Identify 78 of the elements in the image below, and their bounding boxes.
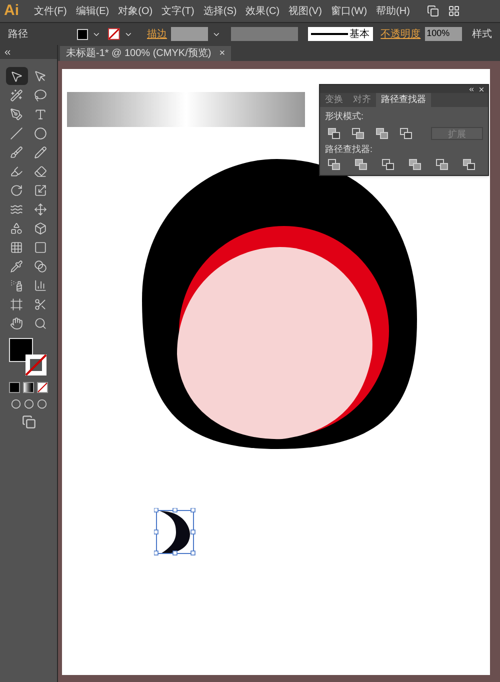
rotate-icon — [10, 184, 23, 196]
style-label: 样式 — [472, 28, 492, 42]
wave-icon — [10, 202, 23, 216]
pen-icon — [10, 108, 23, 120]
zoom-icon — [34, 316, 47, 330]
screen-mode-icon[interactable] — [22, 415, 36, 429]
stroke-link[interactable]: 描边 — [146, 26, 167, 42]
bar-chart-icon — [34, 278, 47, 292]
ellipse-icon — [34, 126, 47, 140]
pathfinder-icon[interactable] — [352, 128, 364, 138]
pathfinder-icon[interactable] — [400, 128, 412, 138]
pathfinder-icon[interactable] — [382, 159, 394, 170]
scale-icon — [34, 184, 47, 196]
gradient-mode-button[interactable] — [23, 382, 34, 393]
grid-icon — [10, 240, 23, 254]
pointer-icon — [10, 70, 23, 82]
moon-shape[interactable] — [154, 508, 196, 556]
stroke-swatch[interactable] — [108, 28, 120, 40]
menu-item[interactable]: 编辑(E) — [76, 4, 110, 18]
close-button[interactable]: × — [219, 46, 226, 61]
gradient-rectangle[interactable] — [67, 92, 305, 127]
wand-icon — [10, 88, 23, 102]
scissors-icon — [34, 298, 47, 310]
type-icon — [34, 108, 47, 120]
pathfinder-icon[interactable] — [328, 128, 340, 138]
pathfinder-icon[interactable] — [463, 159, 475, 170]
collapse-icon[interactable] — [3, 48, 12, 56]
move-icon — [34, 202, 47, 216]
marker-icon — [10, 164, 23, 178]
eraser-icon — [34, 164, 47, 178]
square-icon — [34, 240, 47, 254]
none-mode-button[interactable] — [37, 382, 48, 393]
section-label: 形状模式: — [325, 110, 365, 123]
bridge-icon[interactable] — [426, 5, 439, 17]
panel-tab[interactable]: 路径查找器 — [376, 93, 431, 107]
section-label: 路径查找器: — [325, 142, 374, 156]
shapes-icon — [10, 222, 23, 234]
line-icon — [10, 126, 23, 140]
menu-item[interactable]: 文件(F) — [34, 4, 67, 18]
object-type-label: 路径 — [8, 28, 29, 42]
panel-tab[interactable]: 对齐 — [348, 93, 376, 107]
fill-swatch[interactable] — [76, 28, 88, 40]
eyedropper-icon — [10, 260, 23, 272]
color-mode-button[interactable] — [9, 382, 20, 393]
stroke-weight-field[interactable] — [170, 27, 208, 41]
pathfinder-icon[interactable] — [328, 159, 340, 170]
cube-icon — [34, 222, 47, 234]
brush-icon — [10, 146, 23, 158]
pathfinder-icon[interactable] — [436, 159, 448, 170]
document-tab[interactable]: 未标题-1* @ 100% (CMYK/预览) × — [60, 46, 232, 61]
menu-item[interactable]: 帮助(H) — [376, 4, 410, 18]
stroke-style-field[interactable]: 基本 — [308, 27, 373, 41]
pathfinder-icon[interactable] — [409, 159, 421, 170]
pathfinder-icon[interactable] — [355, 159, 367, 170]
frame-icon — [10, 298, 23, 310]
hand-icon — [10, 316, 23, 330]
pencil-icon — [34, 146, 47, 158]
lasso-icon — [34, 88, 47, 102]
stroke-color-swatch[interactable] — [24, 354, 46, 376]
workspace-icon[interactable] — [448, 5, 460, 17]
menu-item[interactable]: 选择(S) — [203, 4, 237, 18]
opacity-field[interactable]: 100% — [424, 27, 462, 41]
menu-item[interactable]: 效果(C) — [246, 4, 280, 18]
tool-button[interactable] — [6, 67, 28, 85]
opacity-link[interactable]: 不透明度 — [380, 26, 421, 42]
app-logo: Ai — [4, 0, 19, 21]
close-icon[interactable] — [478, 86, 485, 92]
menu-item[interactable]: 文字(T) — [162, 4, 194, 18]
menu-item[interactable]: 对象(O) — [118, 4, 153, 18]
arrow-pointer-icon — [34, 70, 47, 82]
fill-color-swatch[interactable] — [8, 338, 32, 362]
collapse-icon[interactable] — [468, 86, 475, 92]
panel-tab[interactable]: 变换 — [320, 93, 348, 107]
blend-icon — [34, 260, 47, 272]
menu-item[interactable]: 视图(V) — [288, 4, 322, 18]
variable-width-field[interactable] — [231, 27, 298, 41]
menu-item[interactable]: 窗口(W) — [330, 4, 368, 18]
pathfinder-icon[interactable] — [376, 128, 388, 138]
